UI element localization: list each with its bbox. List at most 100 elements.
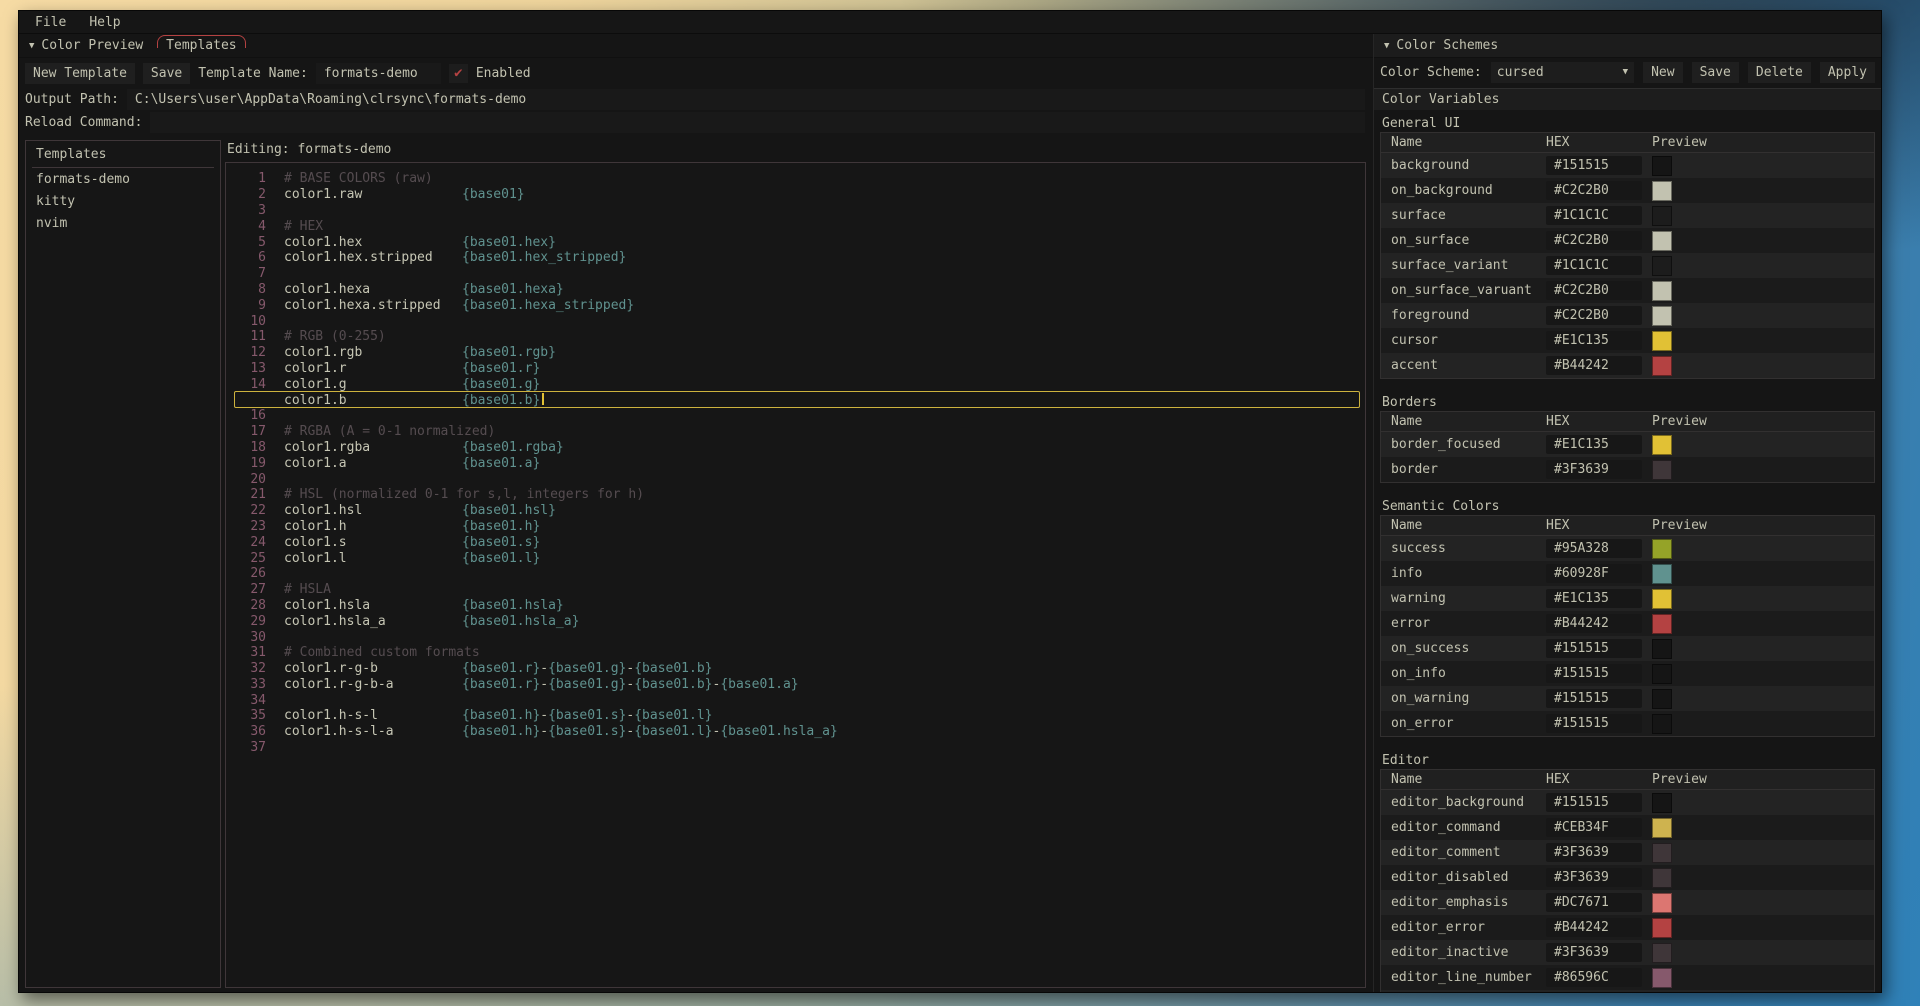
color-swatch[interactable]	[1652, 893, 1672, 913]
hex-input[interactable]: #C2C2B0	[1546, 306, 1642, 325]
enabled-checkbox[interactable]: ✔	[449, 64, 468, 83]
color-swatch[interactable]	[1652, 460, 1672, 480]
hex-input[interactable]: #1C1C1C	[1546, 206, 1642, 225]
template-item-nvim[interactable]: nvim	[26, 212, 220, 234]
color-swatch[interactable]	[1652, 818, 1672, 838]
code-line-9[interactable]: 9color1.hexa.stripped{base01.hexa_stripp…	[226, 297, 1365, 313]
color-scheme-combo[interactable]: cursed ▼	[1491, 62, 1634, 83]
color-preview-header[interactable]: Color Preview	[41, 38, 143, 53]
color-swatch[interactable]	[1652, 435, 1672, 455]
color-swatch[interactable]	[1652, 181, 1672, 201]
delete-scheme-button[interactable]: Delete	[1748, 62, 1811, 83]
color-variables-header[interactable]: Color Variables	[1374, 88, 1881, 110]
hex-input[interactable]: #E1C135	[1546, 589, 1642, 608]
color-swatch[interactable]	[1652, 843, 1672, 863]
code-line-34[interactable]: 34	[226, 692, 1365, 708]
color-swatch[interactable]	[1652, 589, 1672, 609]
template-item-kitty[interactable]: kitty	[26, 190, 220, 212]
code-line-31[interactable]: 31# Combined custom formats	[226, 645, 1365, 661]
code-line-5[interactable]: 5color1.hex{base01.hex}	[226, 234, 1365, 250]
hex-input[interactable]: #CEB34F	[1546, 818, 1642, 837]
color-swatch[interactable]	[1652, 306, 1672, 326]
color-swatch[interactable]	[1652, 206, 1672, 226]
code-line-8[interactable]: 8color1.hexa{base01.hexa}	[226, 282, 1365, 298]
template-item-formats-demo[interactable]: formats-demo	[26, 168, 220, 190]
hex-input[interactable]: #3F3639	[1546, 460, 1642, 479]
code-line-11[interactable]: 11# RGB (0-255)	[226, 329, 1365, 345]
hex-input[interactable]: #151515	[1546, 689, 1642, 708]
output-path-input[interactable]: C:\Users\user\AppData\Roaming\clrsync\fo…	[127, 89, 1365, 110]
hex-input[interactable]: #E1C135	[1546, 331, 1642, 350]
hex-input[interactable]: #C2C2B0	[1546, 181, 1642, 200]
hex-input[interactable]: #151515	[1546, 793, 1642, 812]
color-swatch[interactable]	[1652, 256, 1672, 276]
hex-input[interactable]: #DC7671	[1546, 893, 1642, 912]
hex-input[interactable]: #C2C2B0	[1546, 231, 1642, 250]
code-line-32[interactable]: 32color1.r-g-b{base01.r}-{base01.g}-{bas…	[226, 661, 1365, 677]
color-swatch[interactable]	[1652, 564, 1672, 584]
hex-input[interactable]: #3F3639	[1546, 843, 1642, 862]
color-swatch[interactable]	[1652, 714, 1672, 734]
new-scheme-button[interactable]: New	[1643, 62, 1682, 83]
color-swatch[interactable]	[1652, 614, 1672, 634]
code-line-24[interactable]: 24color1.s{base01.s}	[226, 534, 1365, 550]
code-line-18[interactable]: 18color1.rgba{base01.rgba}	[226, 440, 1365, 456]
color-swatch[interactable]	[1652, 231, 1672, 251]
code-line-13[interactable]: 13color1.r{base01.r}	[226, 361, 1365, 377]
color-schemes-header[interactable]: ▼ Color Schemes	[1374, 34, 1881, 58]
hex-input[interactable]: #E1C135	[1546, 435, 1642, 454]
code-line-14[interactable]: 14color1.g{base01.g}	[226, 376, 1365, 392]
code-line-7[interactable]: 7	[226, 266, 1365, 282]
color-swatch[interactable]	[1652, 918, 1672, 938]
reload-command-input[interactable]	[150, 112, 1365, 133]
save-scheme-button[interactable]: Save	[1692, 62, 1739, 83]
code-line-4[interactable]: 4# HEX	[226, 218, 1365, 234]
code-line-6[interactable]: 6color1.hex.stripped{base01.hex_stripped…	[226, 250, 1365, 266]
color-swatch[interactable]	[1652, 793, 1672, 813]
hex-input[interactable]: #3F3639	[1546, 868, 1642, 887]
code-line-16[interactable]: 16	[226, 408, 1365, 424]
code-line-28[interactable]: 28color1.hsla{base01.hsla}	[226, 598, 1365, 614]
template-code-editor[interactable]: 1# BASE COLORS (raw)2color1.raw{base01}3…	[225, 162, 1366, 988]
collapse-arrow-icon[interactable]: ▼	[29, 41, 34, 51]
code-line-17[interactable]: 17# RGBA (A = 0-1 normalized)	[226, 424, 1365, 440]
hex-input[interactable]: #86596C	[1546, 968, 1642, 987]
code-line-20[interactable]: 20	[226, 471, 1365, 487]
color-swatch[interactable]	[1652, 868, 1672, 888]
color-swatch[interactable]	[1652, 664, 1672, 684]
hex-input[interactable]: #B44242	[1546, 356, 1642, 375]
hex-input[interactable]: #95A328	[1546, 539, 1642, 558]
code-line-10[interactable]: 10	[226, 313, 1365, 329]
color-swatch[interactable]	[1652, 331, 1672, 351]
hex-input[interactable]: #C2C2B0	[1546, 281, 1642, 300]
color-swatch[interactable]	[1652, 968, 1672, 988]
template-name-input[interactable]: formats-demo	[316, 63, 441, 84]
color-swatch[interactable]	[1652, 281, 1672, 301]
apply-scheme-button[interactable]: Apply	[1820, 62, 1875, 83]
code-line-1[interactable]: 1# BASE COLORS (raw)	[226, 171, 1365, 187]
hex-input[interactable]: #3F3639	[1546, 943, 1642, 962]
code-line-29[interactable]: 29color1.hsla_a{base01.hsla_a}	[226, 613, 1365, 629]
hex-input[interactable]: #60928F	[1546, 564, 1642, 583]
code-line-19[interactable]: 19color1.a{base01.a}	[226, 455, 1365, 471]
hex-input[interactable]: #151515	[1546, 156, 1642, 175]
color-swatch[interactable]	[1652, 356, 1672, 376]
hex-input[interactable]: #B44242	[1546, 918, 1642, 937]
color-swatch[interactable]	[1652, 689, 1672, 709]
color-swatch[interactable]	[1652, 639, 1672, 659]
color-swatch[interactable]	[1652, 539, 1672, 559]
code-line-30[interactable]: 30	[226, 629, 1365, 645]
code-line-15[interactable]: color1.b{base01.b}	[226, 392, 1365, 408]
hex-input[interactable]: #1C1C1C	[1546, 256, 1642, 275]
color-swatch[interactable]	[1652, 943, 1672, 963]
code-line-23[interactable]: 23color1.h{base01.h}	[226, 519, 1365, 535]
menu-file[interactable]: File	[31, 13, 70, 32]
hex-input[interactable]: #151515	[1546, 664, 1642, 683]
save-template-button[interactable]: Save	[143, 63, 190, 84]
code-line-3[interactable]: 3	[226, 203, 1365, 219]
tab-templates[interactable]: Templates	[157, 35, 245, 57]
code-line-12[interactable]: 12color1.rgb{base01.rgb}	[226, 345, 1365, 361]
code-line-36[interactable]: 36color1.h-s-l-a{base01.h}-{base01.s}-{b…	[226, 724, 1365, 740]
menu-help[interactable]: Help	[85, 13, 124, 32]
code-line-2[interactable]: 2color1.raw{base01}	[226, 187, 1365, 203]
